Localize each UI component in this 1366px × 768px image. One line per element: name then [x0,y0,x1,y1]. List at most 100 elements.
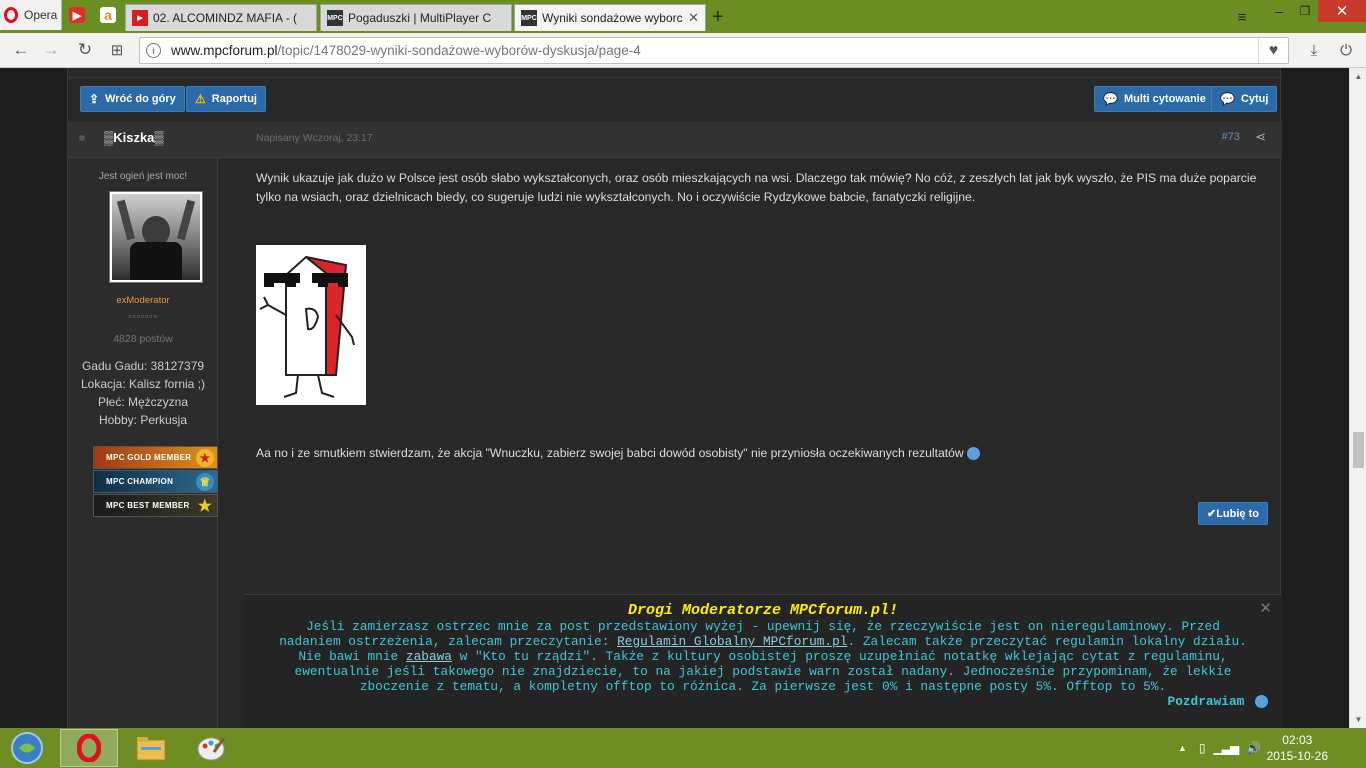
profile-field: Hobby: Perkusja [98,413,188,427]
quote-button[interactable]: 💬 Cytuj [1211,86,1278,112]
back-to-top-label: Wróć do góry [105,93,176,105]
like-button[interactable]: ✔Lubię to [1198,502,1268,525]
opera-menu-button[interactable]: Opera [0,0,62,30]
restore-button[interactable]: ❐ [1294,0,1316,22]
note-text: Nie bawi mnie [298,649,399,664]
star-icon: ★ [197,498,213,515]
url-path: /topic/1478029-wyniki-sondażowe-wyborów-… [277,43,641,58]
volume-icon[interactable]: 🔊 [1246,741,1261,755]
tab-title: Wyniki sondażowe wyborc [542,11,683,25]
forward-arrow-icon[interactable]: → [41,40,61,60]
paint-taskbar-button[interactable] [184,729,238,767]
note-line: Jeśli zamierzasz ostrzec mnie za post pr… [306,619,1220,634]
tab-pogaduszki[interactable]: MPC Pogaduszki | MultiPlayer C [320,4,512,31]
explorer-taskbar-button[interactable] [124,729,178,767]
close-tab-icon[interactable]: ✕ [688,10,699,26]
start-button[interactable] [6,729,48,767]
url-text: www.mpcforum.pl/topic/1478029-wyniki-son… [171,43,641,58]
browser-tab-bar: Opera ▶ a ▶ 02. ALCOMINDZ MAFIA - ( MPC … [0,0,1366,33]
scroll-down-icon[interactable]: ▼ [1350,711,1366,728]
profile-field: Płeć: Mężczyzna [97,395,189,409]
badge-label: MPC CHAMPION [106,477,174,486]
folder-icon [136,737,166,761]
paint-palette-icon [197,737,226,761]
share-icon[interactable]: ⋖ [1255,129,1266,145]
author-sidebar: Jest ogień jest moc! exModerator ▫▫▫▫▫▫▫… [68,158,218,728]
tab-menu-icon[interactable]: ≡ [1232,6,1252,28]
clock-date: 2015-10-26 [1266,749,1328,763]
trophy-icon: ♕ [196,473,214,491]
note-text: w "Kto tu rządzi". Także z kultury osobi… [459,649,1228,664]
download-icon[interactable]: ⤓ [1304,40,1324,60]
smile-emoticon-icon [1255,695,1268,709]
opera-menu-label: Opera [24,8,58,22]
back-arrow-icon[interactable]: ← [11,40,31,60]
badge-label: MPC GOLD MEMBER [106,453,192,462]
scroll-thumb[interactable] [1353,432,1364,468]
mpc-favicon-icon: MPC [327,10,343,26]
post-paragraph: Wynik ukazuje jak dużo w Polsce jest osó… [256,171,1257,204]
offline-status-icon [79,135,85,141]
amazon-speed-dial-icon[interactable]: a [100,7,116,23]
post-number[interactable]: #73 [1222,131,1240,143]
minimize-button[interactable]: ‒ [1266,0,1292,22]
show-hidden-icons-icon[interactable]: ▲ [1178,743,1187,753]
user-rank: exModerator [116,295,170,306]
report-button[interactable]: ⚠ Raportuj [186,86,266,112]
speed-dial-grid-icon[interactable]: ⊞ [107,40,127,60]
close-window-button[interactable]: ✕ [1318,0,1366,22]
close-note-icon[interactable]: ✕ [1259,601,1272,616]
opera-logo-icon [4,7,18,23]
browser-navigation-bar: ← → ↻ ⊞ i www.mpcforum.pl/topic/1478029-… [0,33,1366,68]
polish-flag-cartoon-image [256,245,366,405]
youtube-speed-dial-icon[interactable]: ▶ [69,7,85,23]
sad-emoticon-icon [966,447,980,461]
new-tab-button[interactable]: + [712,6,724,29]
opera-icon [77,734,101,762]
post-paragraph: Aa no i ze smutkiem stwierdzam, że akcja… [256,444,1266,463]
zabawa-link[interactable]: zabawa [406,649,452,664]
site-info-icon[interactable]: i [146,43,161,58]
avatar-image [112,194,200,280]
bookmark-heart-icon[interactable]: ♥ [1258,38,1288,63]
badge-label: MPC BEST MEMBER [106,501,190,510]
post-date: Napisany Wczoraj, 23:17 [256,132,373,144]
mpc-favicon-icon: MPC [521,10,537,26]
profile-field: Gadu Gadu: 38127379 [81,359,205,373]
profile-fields: Gadu Gadu: 38127379 Lokacja: Kalisz forn… [68,357,218,429]
opera-taskbar-button[interactable] [60,729,118,767]
address-bar[interactable]: i www.mpcforum.pl/topic/1478029-wyniki-s… [139,37,1289,64]
reload-icon[interactable]: ↻ [75,40,95,60]
report-label: Raportuj [211,93,257,105]
youtube-favicon-icon: ▶ [132,10,148,26]
post-image[interactable] [256,245,366,405]
back-to-top-button[interactable]: ⇪ Wróć do góry [80,86,185,112]
url-domain: www.mpcforum.pl [171,43,278,58]
forum-page: ⇪ Wróć do góry ⚠ Raportuj 💬 Multi cytowa… [0,68,1349,728]
signature-text: Pozdrawiam [1167,694,1245,709]
divider [68,77,1282,78]
gold-member-badge: MPC GOLD MEMBER ★ [93,446,218,469]
multi-quote-button[interactable]: 💬 Multi cytowanie [1094,86,1215,112]
tab-title: Pogaduszki | MultiPlayer C [348,11,492,25]
tab-title: 02. ALCOMINDZ MAFIA - ( [153,11,298,25]
page-scrollbar[interactable]: ▲ ▼ [1349,68,1366,728]
post-paragraph-text: Aa no i ze smutkiem stwierdzam, że akcja… [256,446,964,460]
avatar[interactable] [109,191,203,283]
tab-alcomindz[interactable]: ▶ 02. ALCOMINDZ MAFIA - ( [125,4,317,31]
power-icon[interactable]: ⏻ [1336,40,1356,60]
quote-icon: 💬 [1220,92,1235,106]
system-clock[interactable]: 02:03 2015-10-26 [1267,732,1328,764]
signal-icon[interactable]: ▁▃▅ [1214,741,1240,755]
username[interactable]: ▒Kiszka▒ [104,130,164,145]
scroll-up-icon[interactable]: ▲ [1350,68,1366,85]
moderator-note: ✕ Drogi Moderatorze MPCforum.pl! Jeśli z… [244,594,1282,728]
battery-icon[interactable]: ▯ [1199,741,1206,755]
start-orb-icon [11,732,43,764]
best-member-badge: MPC BEST MEMBER ★ [93,494,218,517]
note-line: ewentualnie jeśli takowego nie znajdziec… [294,664,1232,679]
tab-wyniki[interactable]: MPC Wyniki sondażowe wyborc ✕ [514,4,706,31]
note-line: Nie bawi mnie zabawa w "Kto tu rządzi". … [244,649,1282,664]
star-medal-icon: ★ [196,449,214,467]
global-rules-link[interactable]: Regulamin Globalny MPCforum.pl [617,634,847,649]
